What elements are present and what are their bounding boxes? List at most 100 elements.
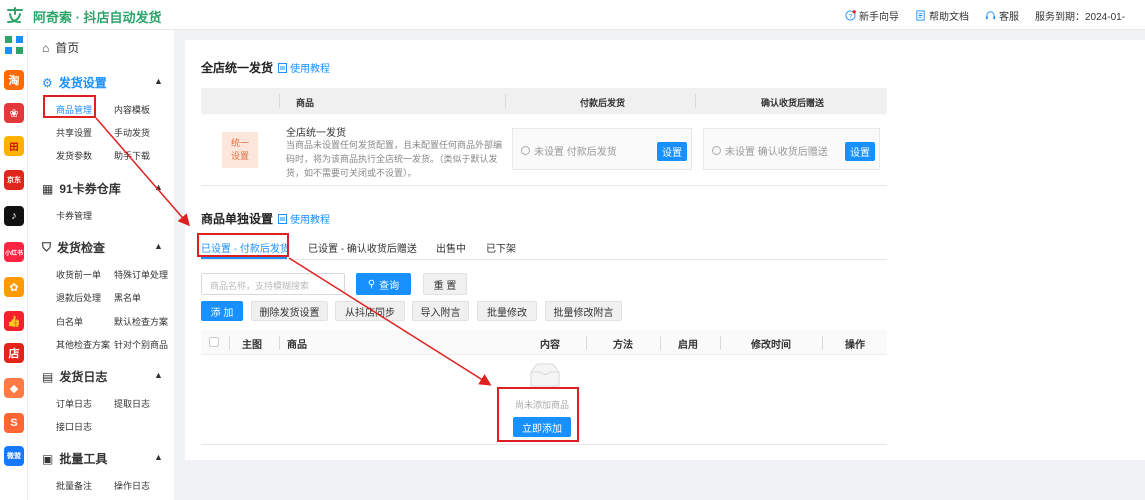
receipt-gift-radio[interactable]: 未设置 确认收货后赠送 xyxy=(712,143,828,158)
highlight-box xyxy=(43,95,96,118)
product-table-header: 主图 商品 内容 方法 启用 修改时间 操作 xyxy=(201,330,887,355)
empty-box-icon xyxy=(530,363,560,387)
column-header-product: 商品 xyxy=(287,340,307,351)
column-header-modified-time: 修改时间 xyxy=(751,340,791,351)
document-icon xyxy=(916,10,925,21)
chevron-up-icon[interactable]: ▲ xyxy=(154,452,163,462)
log-icon: ▤ xyxy=(42,369,54,384)
nav-item-operation-log[interactable]: 操作日志 xyxy=(114,479,150,492)
reset-button[interactable]: 重 置 xyxy=(423,273,467,295)
divider xyxy=(201,185,887,186)
select-all-checkbox[interactable] xyxy=(209,337,219,347)
highlight-box xyxy=(197,233,289,257)
pay-ship-set-button[interactable]: 设置 xyxy=(657,142,687,161)
nav-item-blacklist[interactable]: 黑名单 xyxy=(114,291,141,304)
document-icon xyxy=(278,62,287,73)
nav-item-order-log[interactable]: 订单日志 xyxy=(56,397,92,410)
nav-item-manual-ship[interactable]: 手动发货 xyxy=(114,126,150,139)
grid-logo-icon[interactable] xyxy=(4,35,24,55)
delete-ship-settings-button[interactable]: 删除发货设置 xyxy=(251,301,328,321)
column-header-image: 主图 xyxy=(242,340,262,351)
column-divider xyxy=(822,336,823,350)
shop-icon[interactable]: 店 xyxy=(4,343,24,363)
highlight-box xyxy=(497,387,579,442)
taobao-icon[interactable]: 淘 xyxy=(4,70,24,90)
nav-item-api-log[interactable]: 接口日志 xyxy=(56,420,92,433)
unified-settings-badge: 统一 设置 xyxy=(222,132,258,168)
nav-item-other-check[interactable]: 其他检查方案 xyxy=(56,338,110,351)
nav-section-batch-tools[interactable]: ▣ 批量工具 xyxy=(42,450,107,467)
receipt-gift-set-button[interactable]: 设置 xyxy=(845,142,875,161)
shopee-icon[interactable]: S xyxy=(4,413,24,433)
help-circle-icon: ? xyxy=(845,10,856,21)
sync-from-store-button[interactable]: 从抖店同步 xyxy=(335,301,405,321)
top-links: ? 新手向导 帮助文档 客服 服务到期：2024-01- xyxy=(845,8,1125,23)
newbie-guide-link[interactable]: ? 新手向导 xyxy=(845,8,899,23)
batch-edit-button[interactable]: 批量修改 xyxy=(477,301,537,321)
nav-item-pre-receipt[interactable]: 收货前一单 xyxy=(56,268,101,281)
nav-item-special-orders[interactable]: 特殊订单处理 xyxy=(114,268,168,281)
top-bar: 阿奇索 · 抖店自动发货 ? 新手向导 帮助文档 客服 服务到期：2024-01… xyxy=(0,0,1145,30)
import-notes-button[interactable]: 导入附言 xyxy=(412,301,469,321)
nav-home-label: 首页 xyxy=(55,41,80,55)
pinduoduo-icon[interactable]: ❀ xyxy=(4,103,24,123)
nav-section-shipping-settings[interactable]: ⚙ 发货设置 xyxy=(42,74,107,91)
logo-icon xyxy=(7,7,23,23)
batch-edit-notes-button[interactable]: 批量修改附言 xyxy=(545,301,622,321)
nav-item-default-check[interactable]: 默认检查方案 xyxy=(114,315,168,328)
xiaohongshu-icon[interactable]: 小红书 xyxy=(4,242,24,262)
platform-icon-bar: 淘 ❀ 田 京东 ♪ 小红书 ✿ 👍 店 ◆ S 微盟 xyxy=(0,30,28,500)
nav-item-content-template[interactable]: 内容模板 xyxy=(114,103,150,116)
nav-item-after-refund[interactable]: 退款后处理 xyxy=(56,291,101,304)
column-divider xyxy=(695,94,696,108)
pay-ship-radio[interactable]: 未设置 付款后发货 xyxy=(521,143,617,158)
query-button[interactable]: ⚲ 查询 xyxy=(356,273,411,295)
global-row-title: 全店统一发货 xyxy=(286,128,346,139)
jd-icon[interactable]: 京东 xyxy=(4,170,24,190)
douyin-icon[interactable]: ♪ xyxy=(4,206,24,226)
chevron-up-icon[interactable]: ▲ xyxy=(154,241,163,251)
tianmao-icon[interactable]: 田 xyxy=(4,136,24,156)
tab-divider xyxy=(201,259,887,260)
nav-item-helper-download[interactable]: 助手下载 xyxy=(114,149,150,162)
kuaishou-icon[interactable]: ✿ xyxy=(4,277,24,297)
single-settings-title: 商品单独设置 xyxy=(201,212,274,226)
nav-item-ship-params[interactable]: 发货参数 xyxy=(56,149,92,162)
nav-section-shipping-check[interactable]: ⛉ 发货检查 xyxy=(42,239,105,256)
column-divider xyxy=(505,94,506,108)
add-button[interactable]: 添 加 xyxy=(201,301,243,321)
help-docs-link[interactable]: 帮助文档 xyxy=(915,8,969,23)
nav-section-label: 批量工具 xyxy=(59,452,108,466)
chevron-up-icon[interactable]: ▲ xyxy=(154,182,163,192)
nav-section-card-warehouse[interactable]: ▦ 91卡券仓库 xyxy=(42,180,121,197)
tutorial-label: 使用教程 xyxy=(290,64,330,75)
nav-item-card-management[interactable]: 卡券管理 xyxy=(56,209,92,222)
app-root: 阿奇索 · 抖店自动发货 ? 新手向导 帮助文档 客服 服务到期：2024-01… xyxy=(0,0,1145,500)
nav-item-batch-note[interactable]: 批量备注 xyxy=(56,479,92,492)
global-ship-title: 全店统一发货 xyxy=(201,61,274,75)
receipt-gift-option: 未设置 确认收货后赠送 设置 xyxy=(703,128,880,170)
nav-home[interactable]: ⌂ 首页 xyxy=(42,39,79,56)
badge-line: 统一 xyxy=(230,138,249,148)
nav-item-whitelist[interactable]: 白名单 xyxy=(56,315,83,328)
tab-set-receipt-gift[interactable]: 已设置 - 确认收货后赠送 xyxy=(308,240,417,255)
thumbs-up-icon[interactable]: 👍 xyxy=(4,311,24,331)
home-icon: ⌂ xyxy=(42,40,50,55)
tab-on-sale[interactable]: 出售中 xyxy=(436,240,466,255)
weimeng-icon[interactable]: 微盟 xyxy=(4,446,24,466)
nav-item-share-settings[interactable]: 共享设置 xyxy=(56,126,92,139)
single-tutorial-link[interactable]: 使用教程 xyxy=(278,211,330,226)
tab-off-shelf[interactable]: 已下架 xyxy=(486,240,516,255)
toolbox-icon: ▣ xyxy=(42,451,54,466)
nav-section-shipping-log[interactable]: ▤ 发货日志 xyxy=(42,368,107,385)
shopping-bag-icon[interactable]: ◆ xyxy=(4,378,24,398)
nav-item-extract-log[interactable]: 提取日志 xyxy=(114,397,150,410)
chevron-up-icon[interactable]: ▲ xyxy=(154,76,163,86)
search-input[interactable]: 商品名称，支持模糊搜索 xyxy=(201,273,345,295)
global-tutorial-link[interactable]: 使用教程 xyxy=(278,60,330,75)
chevron-up-icon[interactable]: ▲ xyxy=(154,370,163,380)
customer-service-link[interactable]: 客服 xyxy=(985,8,1019,23)
column-header-receipt-gift: 确认收货后赠送 xyxy=(761,98,825,108)
active-tab-indicator xyxy=(201,257,287,259)
nav-item-specific-product[interactable]: 针对个别商品 xyxy=(114,338,168,351)
